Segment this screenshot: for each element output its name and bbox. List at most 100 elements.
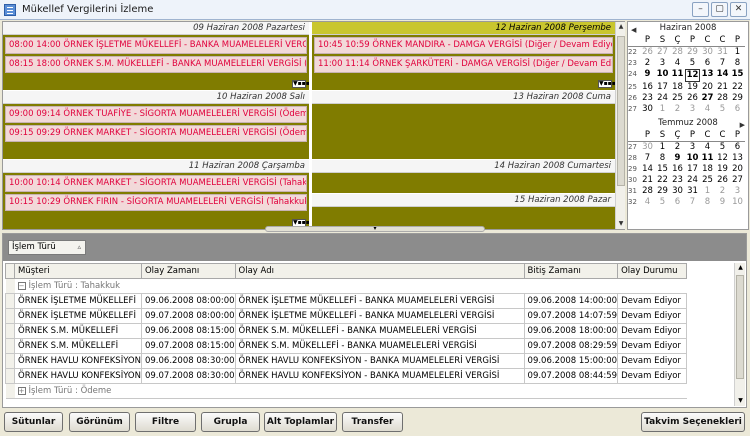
splitter-handle[interactable]: ▾: [265, 226, 485, 232]
subtotals-button[interactable]: Alt Toplamlar: [264, 412, 337, 432]
cell-bitis-zamani[interactable]: 09.06.2008 18:00:00: [523, 323, 619, 339]
calendar-day[interactable]: 2: [670, 104, 685, 115]
day-cell[interactable]: 12 Haziran 2008 Perşembe 10:45 10:59 ÖRN…: [312, 22, 616, 90]
calendar-day[interactable]: 2: [715, 186, 730, 197]
calendar-day[interactable]: 4: [640, 197, 655, 208]
scroll-thumb[interactable]: [736, 275, 744, 379]
calendar-day[interactable]: 8: [655, 153, 670, 164]
calendar-day[interactable]: 20: [700, 82, 715, 93]
calendar-day[interactable]: 17: [685, 164, 700, 175]
appointment[interactable]: 08:15 18:00 ÖRNEK S.M. MÜKELLEFİ - BANKA…: [5, 56, 307, 73]
appointment[interactable]: 10:00 10:14 ÖRNEK MARKET - SİGORTA MUAME…: [5, 175, 307, 192]
calendar-day[interactable]: 17: [655, 82, 670, 93]
calendar-day[interactable]: 4: [700, 142, 715, 153]
calendar-day[interactable]: 9: [670, 153, 685, 164]
col-header-bitis-zamani[interactable]: Bitiş Zamanı: [523, 263, 619, 279]
cell-olay-zamani[interactable]: 09.07.2008 08:15:00: [140, 338, 236, 354]
calendar-day[interactable]: 14: [715, 69, 730, 82]
calendar-day[interactable]: 2: [640, 58, 655, 69]
scroll-down-icon[interactable]: ▼: [735, 396, 746, 406]
calendar-day[interactable]: 8: [700, 197, 715, 208]
appointment[interactable]: 10:15 10:29 ÖRNEK FIRIN - SİGORTA MUAMEL…: [5, 194, 307, 211]
cell-olay-adi[interactable]: ÖRNEK S.M. MÜKELLEFİ - BANKA MUAMELELERİ…: [234, 323, 525, 339]
col-header-olay-adi[interactable]: Olay Adı: [234, 263, 525, 279]
row-selector[interactable]: [5, 338, 15, 354]
calendar-day[interactable]: 12: [715, 153, 730, 164]
view-button[interactable]: Görünüm: [69, 412, 130, 432]
calendar-day[interactable]: 4: [700, 104, 715, 115]
calendar-day[interactable]: 29: [685, 47, 700, 58]
cell-musteri[interactable]: ÖRNEK S.M. MÜKELLEFİ: [14, 338, 142, 354]
calendar-day[interactable]: 3: [730, 186, 745, 197]
calendar-day[interactable]: 6: [700, 58, 715, 69]
calendar-day[interactable]: 24: [685, 175, 700, 186]
cell-olay-zamani[interactable]: 09.07.2008 08:30:00: [140, 368, 236, 384]
calendar-options-button[interactable]: Takvim Seçenekleri: [641, 412, 745, 432]
cell-olay-durumu[interactable]: Devam Ediyor: [617, 338, 688, 354]
calendar-day[interactable]: 23: [640, 93, 655, 104]
cell-olay-durumu[interactable]: Devam Ediyor: [617, 353, 688, 369]
calendar-day[interactable]: 25: [700, 175, 715, 186]
cell-olay-adi[interactable]: ÖRNEK İŞLETME MÜKELLEFİ - BANKA MUAMELEL…: [234, 293, 525, 309]
calendar-day[interactable]: 11: [670, 69, 685, 82]
calendar-day[interactable]: 21: [715, 82, 730, 93]
appointment[interactable]: 10:45 10:59 ÖRNEK MANDIRA - DAMGA VERGİS…: [314, 37, 613, 54]
cell-olay-adi[interactable]: ÖRNEK HAVLU KONFEKSİYON - BANKA MUAMELEL…: [234, 368, 525, 384]
cell-olay-adi[interactable]: ÖRNEK S.M. MÜKELLEFİ - BANKA MUAMELELERİ…: [234, 338, 525, 354]
calendar-day[interactable]: 5: [685, 58, 700, 69]
calendar-day[interactable]: 15: [730, 69, 745, 82]
cell-olay-durumu[interactable]: Devam Ediyor: [617, 368, 688, 384]
cell-olay-durumu[interactable]: Devam Ediyor: [617, 293, 688, 309]
calendar-day[interactable]: 5: [715, 104, 730, 115]
calendar-day[interactable]: 15: [655, 164, 670, 175]
minimize-button[interactable]: –: [692, 2, 709, 17]
col-header-olay-durumu[interactable]: Olay Durumu: [617, 263, 688, 279]
calendar-day[interactable]: 13: [700, 69, 715, 82]
group-column-chip[interactable]: İşlem Türü ▵: [8, 240, 86, 255]
calendar-day[interactable]: 31: [715, 47, 730, 58]
cell-musteri[interactable]: ÖRNEK HAVLU KONFEKSİYON: [14, 353, 142, 369]
cell-olay-adi[interactable]: ÖRNEK HAVLU KONFEKSİYON - BANKA MUAMELEL…: [234, 353, 525, 369]
close-button[interactable]: ✕: [730, 2, 747, 17]
cell-musteri[interactable]: ÖRNEK HAVLU KONFEKSİYON: [14, 368, 142, 384]
cell-musteri[interactable]: ÖRNEK İŞLETME MÜKELLEFİ: [14, 308, 142, 324]
table-row[interactable]: ÖRNEK S.M. MÜKELLEFİ 09.06.2008 08:15:00 Ö…: [5, 323, 688, 339]
calendar-day[interactable]: 10: [730, 197, 745, 208]
calendar-day[interactable]: 18: [700, 164, 715, 175]
cell-bitis-zamani[interactable]: 09.07.2008 14:07:59: [523, 308, 619, 324]
calendar-day[interactable]: 5: [655, 197, 670, 208]
calendar-day[interactable]: 9: [640, 69, 655, 82]
calendar-day[interactable]: 23: [670, 175, 685, 186]
scroll-up-icon[interactable]: ▲: [735, 263, 746, 273]
day-cell[interactable]: 09 Haziran 2008 Pazartesi 08:00 14:00 ÖR…: [3, 22, 310, 90]
calendar-day[interactable]: 13: [730, 153, 745, 164]
calendar-day[interactable]: 31: [685, 186, 700, 197]
calendar-day[interactable]: 26: [685, 93, 700, 104]
row-selector[interactable]: [5, 293, 15, 309]
cell-olay-durumu[interactable]: Devam Ediyor: [617, 323, 688, 339]
table-row[interactable]: ÖRNEK İŞLETME MÜKELLEFİ 09.06.2008 08:00:…: [5, 293, 688, 309]
calendar-day[interactable]: 11: [700, 153, 715, 164]
day-cell[interactable]: 15 Haziran 2008 Pazar: [312, 194, 615, 229]
transfer-button[interactable]: Transfer: [342, 412, 403, 432]
calendar-day[interactable]: 9: [715, 197, 730, 208]
calendar-day[interactable]: 19: [715, 164, 730, 175]
row-selector[interactable]: [5, 323, 15, 339]
calendar-day[interactable]: 26: [640, 47, 655, 58]
calendar-day[interactable]: 1: [700, 186, 715, 197]
table-row[interactable]: ÖRNEK HAVLU KONFEKSİYON 09.07.2008 08:30:…: [5, 368, 688, 384]
calendar-day[interactable]: 3: [685, 104, 700, 115]
col-header-olay-zamani[interactable]: Olay Zamanı: [140, 263, 236, 279]
calendar-day[interactable]: 26: [715, 175, 730, 186]
day-cell[interactable]: 10 Haziran 2008 Salı 09:00 09:14 ÖRNEK T…: [3, 91, 309, 159]
grid-scrollbar[interactable]: ▲ ▼: [734, 263, 745, 406]
appointment[interactable]: 09:00 09:14 ÖRNEK TUAFİYE - SİGORTA MUAM…: [5, 106, 307, 123]
row-selector[interactable]: [5, 353, 15, 369]
calendar-day[interactable]: 22: [730, 82, 745, 93]
calendar-day[interactable]: 12: [685, 69, 700, 82]
calendar-day[interactable]: 29: [730, 93, 745, 104]
calendar-day[interactable]: 28: [715, 93, 730, 104]
calendar-day[interactable]: 22: [655, 175, 670, 186]
calendar-day[interactable]: 2: [670, 142, 685, 153]
calendar-day[interactable]: 27: [700, 93, 715, 104]
